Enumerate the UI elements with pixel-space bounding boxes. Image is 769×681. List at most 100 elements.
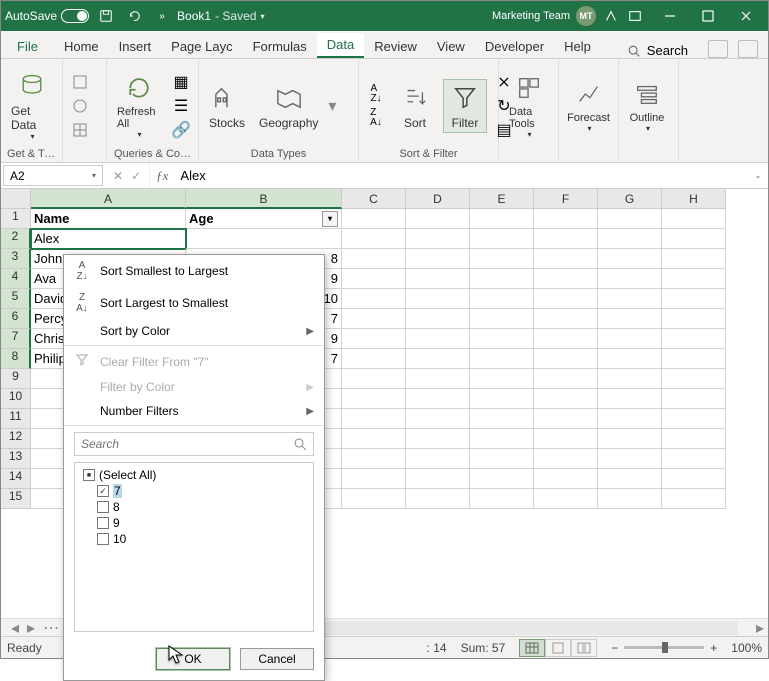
name-box[interactable]: A2▾ (3, 165, 103, 186)
row-header[interactable]: 10 (1, 389, 31, 409)
tab-page-layout[interactable]: Page Layc (161, 35, 242, 58)
from-web-icon[interactable] (69, 95, 91, 117)
get-data-button[interactable]: Get Data▾ (7, 68, 56, 143)
qat-more-icon[interactable]: » (153, 7, 171, 25)
tab-formulas[interactable]: Formulas (243, 35, 317, 58)
minimize-button[interactable] (652, 2, 688, 30)
cell[interactable] (534, 429, 598, 449)
checkbox-icon[interactable] (97, 501, 109, 513)
row-header[interactable]: 3 (1, 249, 31, 269)
cell[interactable] (406, 409, 470, 429)
tab-view[interactable]: View (427, 35, 475, 58)
cell[interactable] (406, 229, 470, 249)
cell[interactable] (598, 229, 662, 249)
cell[interactable] (406, 369, 470, 389)
cell[interactable] (406, 489, 470, 509)
cell[interactable] (534, 329, 598, 349)
cell[interactable] (662, 449, 726, 469)
fx-icon[interactable]: ƒx (150, 163, 174, 188)
cell[interactable] (406, 329, 470, 349)
enter-formula-icon[interactable]: ✓ (131, 169, 141, 183)
cell[interactable] (534, 469, 598, 489)
cell[interactable] (342, 489, 406, 509)
cell[interactable] (470, 229, 534, 249)
cell[interactable] (534, 389, 598, 409)
cell[interactable] (534, 269, 598, 289)
tab-file[interactable]: File (1, 35, 54, 58)
properties-icon[interactable]: ☰ (170, 95, 192, 117)
cell[interactable] (406, 289, 470, 309)
filter-item-9[interactable]: 9 (81, 515, 307, 531)
cell[interactable] (406, 269, 470, 289)
cell[interactable] (342, 329, 406, 349)
filter-dropdown-icon[interactable]: ▾ (322, 211, 338, 227)
sort-desc-button[interactable]: ZA↓ (365, 107, 387, 129)
cancel-button[interactable]: Cancel (240, 648, 314, 670)
col-header-F[interactable]: F (534, 189, 598, 209)
tab-home[interactable]: Home (54, 35, 109, 58)
zoom-level[interactable]: 100% (731, 641, 762, 655)
touch-mode-icon[interactable] (602, 7, 620, 25)
cell[interactable] (342, 449, 406, 469)
cell[interactable] (534, 409, 598, 429)
col-header-A[interactable]: A (31, 189, 186, 209)
number-filters[interactable]: Number Filters▶ (64, 399, 324, 423)
cell[interactable] (342, 369, 406, 389)
row-header[interactable]: 5 (1, 289, 31, 309)
tell-me-search[interactable]: Search (617, 43, 698, 58)
sort-largest-smallest[interactable]: ZA↓Sort Largest to Smallest (64, 287, 324, 319)
cell[interactable] (406, 309, 470, 329)
cell[interactable] (662, 309, 726, 329)
tab-developer[interactable]: Developer (475, 35, 554, 58)
sort-by-color[interactable]: Sort by Color▶ (64, 319, 324, 343)
cell[interactable] (598, 209, 662, 229)
filter-value-list[interactable]: (Select All) 7 8 9 10 (74, 462, 314, 632)
col-header-C[interactable]: C (342, 189, 406, 209)
cell[interactable] (406, 449, 470, 469)
cell[interactable] (406, 429, 470, 449)
cell[interactable] (470, 409, 534, 429)
cell[interactable] (186, 229, 342, 249)
row-header[interactable]: 15 (1, 489, 31, 509)
cell[interactable] (598, 409, 662, 429)
view-normal-button[interactable] (519, 639, 545, 657)
col-header-H[interactable]: H (662, 189, 726, 209)
account-area[interactable]: Marketing Team MT (492, 6, 644, 26)
checkbox-mixed-icon[interactable] (83, 469, 95, 481)
cell[interactable] (342, 409, 406, 429)
cell[interactable] (598, 349, 662, 369)
edit-links-icon[interactable]: 🔗 (170, 119, 192, 141)
col-header-E[interactable]: E (470, 189, 534, 209)
outline-button[interactable]: Outline▾ (625, 76, 669, 135)
cell[interactable] (662, 289, 726, 309)
cell[interactable]: Name (31, 209, 186, 229)
cell[interactable] (470, 349, 534, 369)
row-header[interactable]: 8 (1, 349, 31, 369)
ok-button[interactable]: OK (156, 648, 230, 670)
cell[interactable] (470, 389, 534, 409)
filter-button[interactable]: Filter (443, 79, 487, 133)
ribbon-display-icon[interactable] (626, 7, 644, 25)
save-icon[interactable] (97, 7, 115, 25)
cell[interactable] (470, 469, 534, 489)
cancel-formula-icon[interactable]: ✕ (113, 169, 123, 183)
row-header[interactable]: 13 (1, 449, 31, 469)
cell[interactable] (598, 289, 662, 309)
cell[interactable] (470, 309, 534, 329)
from-table-icon[interactable] (69, 119, 91, 141)
cell[interactable] (598, 329, 662, 349)
tab-review[interactable]: Review (364, 35, 427, 58)
cell[interactable] (662, 469, 726, 489)
checkbox-icon[interactable] (97, 517, 109, 529)
cell[interactable] (534, 229, 598, 249)
title-dropdown-icon[interactable]: ▾ (260, 12, 264, 21)
checkbox-icon[interactable] (97, 533, 109, 545)
cell[interactable] (342, 349, 406, 369)
cell[interactable] (470, 369, 534, 389)
cell[interactable] (598, 489, 662, 509)
row-header[interactable]: 12 (1, 429, 31, 449)
cell[interactable] (534, 309, 598, 329)
cell[interactable] (406, 349, 470, 369)
zoom-slider[interactable]: − + (611, 641, 717, 655)
queries-icon[interactable]: ▦ (170, 71, 192, 93)
